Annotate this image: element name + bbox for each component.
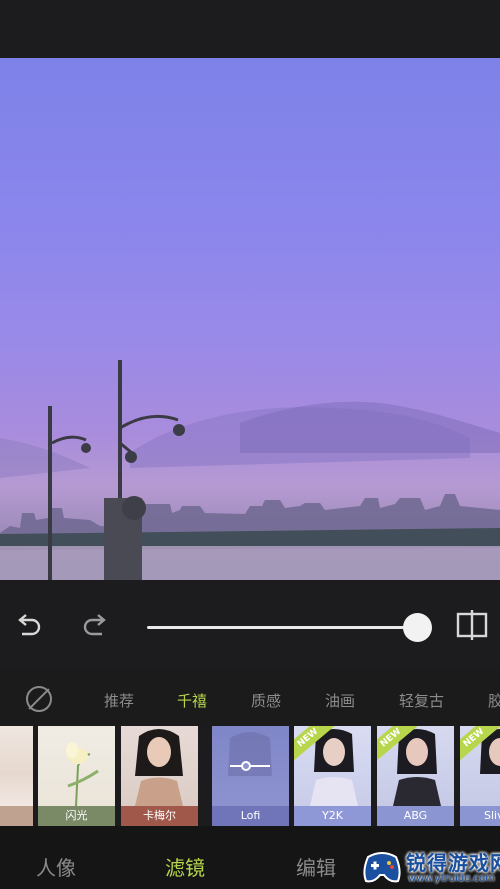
undo-icon[interactable] <box>14 610 44 640</box>
filter-label: Y2K <box>294 806 371 826</box>
filter-item[interactable]: NEW ABG <box>377 726 454 826</box>
redo-icon[interactable] <box>80 610 110 640</box>
tab-light-retro[interactable]: 轻复古 <box>399 690 444 711</box>
filter-item[interactable]: NEW Y2K <box>294 726 371 826</box>
filter-label: ABG <box>377 806 454 826</box>
intensity-slider-handle[interactable] <box>403 613 432 642</box>
filter-item[interactable]: 卡梅尔 <box>121 726 198 826</box>
watermark-url: www.ytruide.com <box>408 873 495 884</box>
photo-preview[interactable] <box>0 58 500 580</box>
filter-label: 卡梅尔 <box>121 806 198 826</box>
filter-label: 闪光 <box>38 806 115 826</box>
filter-category-tabs: 推荐 千禧 质感 油画 轻复古 胶 <box>0 668 500 726</box>
watermark-title: 锐得游戏网 <box>406 851 500 875</box>
filter-preview <box>121 726 198 806</box>
tab-millennium[interactable]: 千禧 <box>177 690 207 711</box>
tab-film[interactable]: 胶 <box>488 690 500 711</box>
filter-label: Lofi <box>212 806 289 826</box>
top-bar <box>0 0 500 58</box>
filter-item[interactable]: Lofi <box>212 726 289 826</box>
nav-filter[interactable]: 滤镜 <box>165 852 205 881</box>
tab-texture[interactable]: 质感 <box>251 690 281 711</box>
filter-item[interactable]: 吉 <box>0 726 33 826</box>
tab-recommend[interactable]: 推荐 <box>104 690 134 711</box>
photo-scene <box>0 360 500 580</box>
filter-preview <box>0 726 33 806</box>
filter-preview <box>212 726 289 806</box>
gamepad-logo-icon <box>363 852 401 883</box>
tab-oil-painting[interactable]: 油画 <box>325 690 355 711</box>
intensity-slider-track[interactable] <box>147 626 417 629</box>
nav-edit[interactable]: 编辑 <box>296 852 336 881</box>
nav-portrait[interactable]: 人像 <box>36 852 76 881</box>
no-filter-icon[interactable] <box>26 686 52 712</box>
compare-icon[interactable] <box>455 608 489 642</box>
filter-label: 吉 <box>0 806 33 826</box>
filter-label: Sliv <box>460 806 500 826</box>
watermark: 锐得游戏网 www.ytruide.com <box>360 843 500 889</box>
filter-thumbnails: 吉 闪光 卡梅尔 <box>0 726 500 826</box>
filter-preview <box>38 726 115 807</box>
filter-item[interactable]: NEW Sliv <box>460 726 500 826</box>
filter-item[interactable]: 闪光 <box>38 726 115 826</box>
